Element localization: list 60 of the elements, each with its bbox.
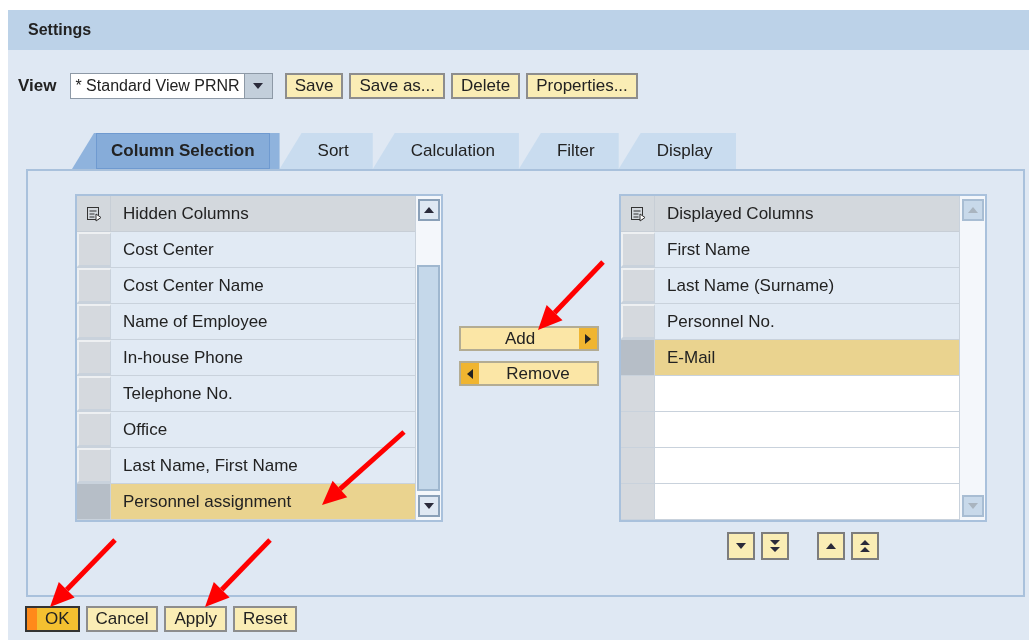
list-row[interactable]: First Name — [655, 232, 959, 267]
list-row[interactable]: Personnel No. — [655, 304, 959, 339]
list-row[interactable]: E-Mail — [655, 340, 959, 375]
row-selector[interactable] — [621, 376, 655, 411]
row-selector[interactable] — [621, 484, 655, 519]
tab[interactable]: Sort — [279, 133, 373, 169]
toolbar-button[interactable]: Delete — [451, 73, 521, 99]
double-down-icon — [769, 539, 781, 553]
pointer-arrow — [205, 538, 272, 607]
row-selector[interactable] — [621, 448, 655, 483]
tab[interactable]: Display — [618, 133, 737, 169]
scroll-up-icon — [422, 206, 435, 214]
right-triangle-icon — [584, 332, 592, 345]
up-icon — [825, 542, 837, 550]
tab[interactable]: Calculation — [372, 133, 519, 169]
scrollbar[interactable] — [959, 196, 985, 520]
column-list-icon[interactable] — [85, 205, 102, 222]
view-label: View — [18, 75, 57, 98]
pointer-arrow — [538, 260, 605, 330]
tab[interactable]: Column Selection — [72, 133, 280, 169]
caret-icon — [252, 82, 265, 90]
footer-button[interactable]: Reset — [233, 606, 298, 632]
scroll-down-icon — [966, 502, 979, 510]
toolbar-button[interactable]: Save as... — [349, 73, 446, 99]
list-row[interactable]: Telephone No. — [111, 376, 415, 411]
footer-button[interactable]: OK — [25, 606, 80, 632]
footer-button[interactable]: Cancel — [85, 606, 159, 632]
column-header: Hidden Columns — [122, 202, 250, 225]
list-row[interactable]: In-house Phone — [111, 340, 415, 375]
scroll-down-icon — [422, 502, 435, 510]
row-selector[interactable] — [621, 412, 655, 447]
column-header: Displayed Columns — [666, 202, 815, 225]
scrollbar[interactable] — [415, 196, 441, 520]
list-row[interactable]: Name of Employee — [111, 304, 415, 339]
list-row[interactable]: Last Name (Surname) — [655, 268, 959, 303]
panel-title: Settings — [28, 20, 92, 40]
column-list-icon[interactable] — [629, 205, 646, 222]
add-button[interactable]: Add — [459, 326, 599, 351]
remove-button[interactable]: Remove — [459, 361, 599, 386]
list-row[interactable]: Office — [111, 412, 415, 447]
row-selector[interactable] — [77, 484, 111, 519]
toolbar-button[interactable]: Save — [284, 73, 344, 99]
tab[interactable]: Filter — [518, 133, 619, 169]
pointer-arrow — [50, 538, 117, 607]
list-row[interactable]: Last Name, First Name — [111, 448, 415, 483]
left-triangle-icon — [466, 367, 474, 380]
down-icon — [735, 542, 747, 550]
list-row[interactable]: Cost Center — [111, 232, 415, 267]
scroll-up-icon — [966, 206, 979, 214]
move-down-button[interactable] — [727, 532, 755, 560]
view-dropdown[interactable]: * Standard View PRNR — [70, 73, 273, 99]
move-to-top-button[interactable] — [851, 532, 879, 560]
toolbar-button[interactable]: Properties... — [526, 73, 638, 99]
footer-button[interactable]: Apply — [164, 606, 227, 632]
move-to-bottom-button[interactable] — [761, 532, 789, 560]
move-up-button[interactable] — [817, 532, 845, 560]
list-row[interactable]: Cost Center Name — [111, 268, 415, 303]
list-row[interactable]: Personnel assignment — [111, 484, 415, 519]
double-up-icon — [859, 539, 871, 553]
row-selector[interactable] — [621, 340, 655, 375]
